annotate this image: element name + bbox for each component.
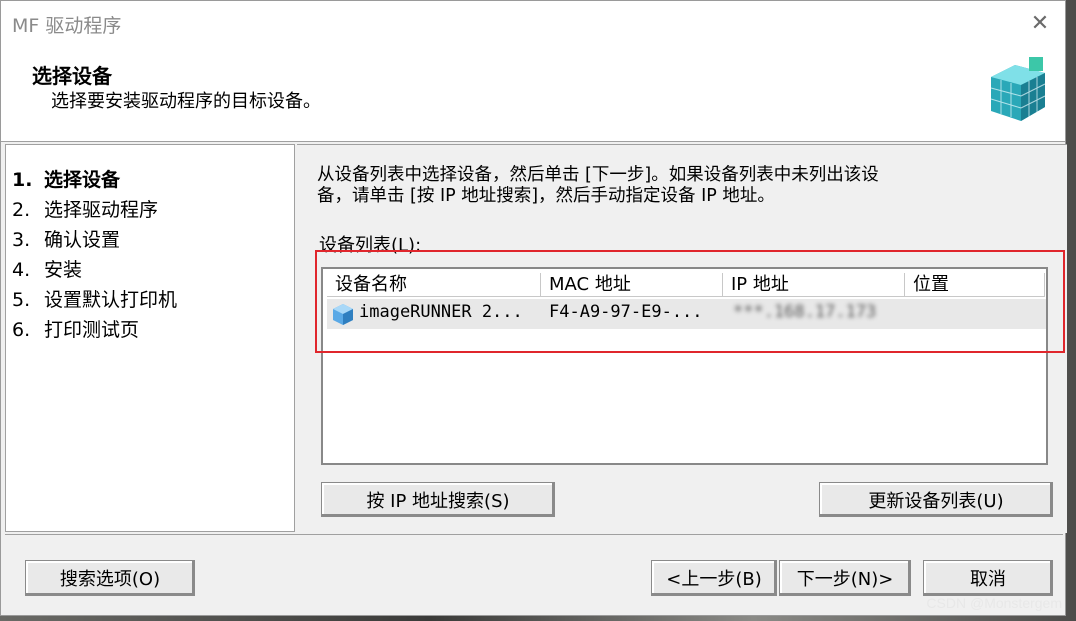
cancel-button[interactable]: 取消: [923, 560, 1053, 596]
next-button[interactable]: 下一步(N)>: [779, 560, 911, 596]
watermark: CSDN @Monstergem: [926, 595, 1062, 611]
step-item: 5. 设置默认打印机: [12, 289, 178, 311]
cube-stack-icon: [990, 57, 1046, 121]
back-button[interactable]: <上一步(B): [651, 560, 777, 596]
search-options-button[interactable]: 搜索选项(O): [25, 560, 195, 596]
refresh-device-list-button[interactable]: 更新设备列表(U): [819, 482, 1053, 517]
instruction-text: 从设备列表中选择设备，然后单击 [下一步]。如果设备列表中未列出该设 备，请单击…: [317, 165, 879, 206]
step-item: 6. 打印测试页: [12, 319, 140, 341]
step-item: 3. 确认设置: [12, 229, 121, 251]
annotation-highlight-box: [315, 250, 1065, 353]
page-title: 选择设备: [32, 64, 112, 88]
step-item: 4. 安装: [12, 259, 83, 281]
step-item: 1. 选择设备: [12, 169, 121, 191]
close-icon[interactable]: ✕: [1025, 9, 1055, 39]
title-bar: MF 驱动程序 ✕: [1, 1, 1065, 47]
page-subtitle: 选择要安装驱动程序的目标设备。: [51, 91, 321, 112]
footer-divider: [5, 534, 1063, 535]
step-item: 2. 选择驱动程序: [12, 199, 159, 221]
wizard-header: 选择设备 选择要安装驱动程序的目标设备。: [1, 47, 1065, 142]
search-by-ip-button[interactable]: 按 IP 地址搜索(S): [321, 482, 555, 517]
steps-panel: 1. 选择设备 2. 选择驱动程序 3. 确认设置 4. 安装 5. 设置默认打印机 6.…: [5, 144, 295, 532]
window-title: MF 驱动程序: [12, 15, 122, 37]
